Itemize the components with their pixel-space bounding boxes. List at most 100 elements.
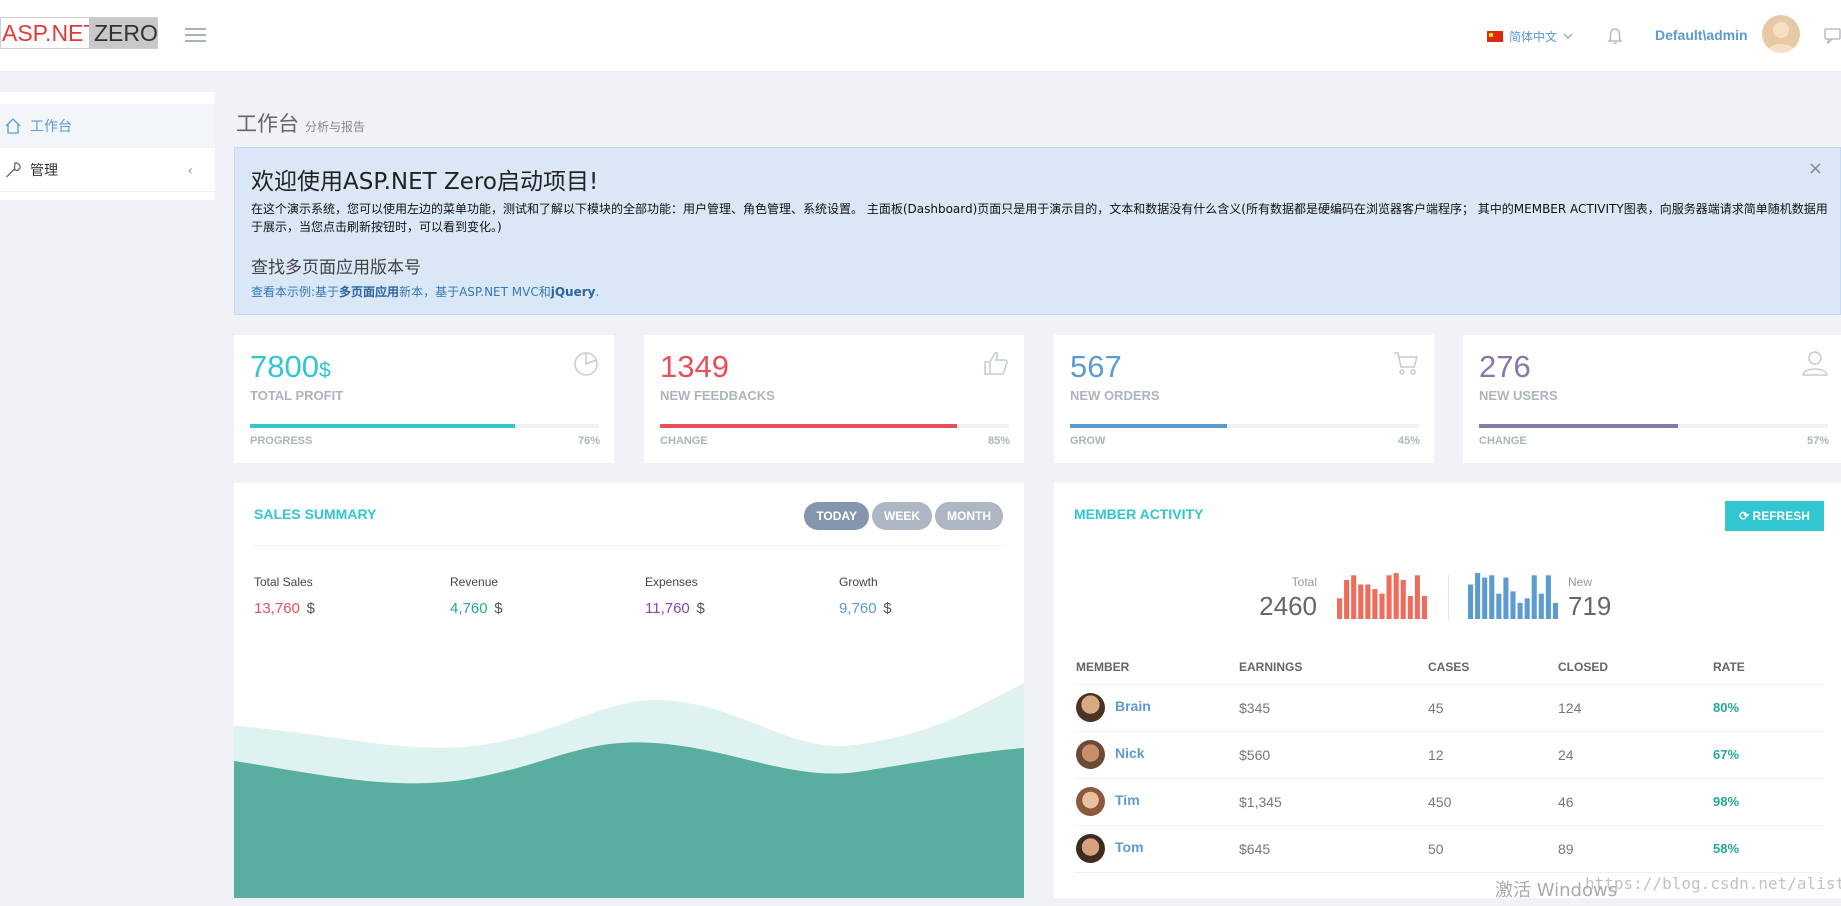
rate-cell: 67% [1711, 731, 1824, 779]
spark-bar [1344, 579, 1350, 619]
stat-label: NEW ORDERS [1070, 388, 1160, 403]
sales-summary-panel: SALES SUMMARY TODAY WEEK MONTH Total Sal… [234, 483, 1024, 898]
chevron-left-icon: ‹ [187, 163, 193, 179]
column-header: CLOSED [1556, 650, 1711, 685]
progress-value: 76% [577, 435, 600, 447]
mpa-link[interactable]: 多页面应用 [339, 285, 399, 299]
table-header-row: MEMBER EARNINGS CASES CLOSED RATE [1074, 650, 1824, 685]
language-selector[interactable]: 简体中文 [1487, 27, 1573, 45]
metric-value: 4,760 $ [450, 600, 503, 617]
stat-card-new-orders: 567 NEW ORDERS GROW 45% [1054, 335, 1434, 463]
metric-revenue: Revenue 4,760 $ [450, 575, 503, 620]
progress-bar [250, 424, 516, 428]
metric-label: Total Sales [254, 575, 313, 589]
stat-label: TOTAL PROFIT [250, 388, 344, 403]
cart-icon [1394, 352, 1419, 375]
page-subtitle: 分析与报告 [305, 120, 366, 134]
column-header: CASES [1426, 650, 1556, 685]
member-cell[interactable]: Tom [1074, 825, 1237, 873]
progress-track [660, 424, 1009, 428]
earnings-cell: $560 [1237, 731, 1426, 779]
closed-cell: 89 [1556, 825, 1711, 873]
spark-bar [1358, 584, 1364, 619]
welcome-alert: 欢迎使用ASP.NET Zero启动项目! 在这个演示系统，您可以使用左边的菜单… [234, 147, 1841, 315]
new-value: 719 [1568, 591, 1612, 621]
today-button[interactable]: TODAY [804, 502, 869, 530]
panel-title: MEMBER ACTIVITY [1074, 506, 1204, 522]
close-icon[interactable]: × [1808, 158, 1823, 179]
closed-cell: 24 [1556, 731, 1711, 779]
member-cell[interactable]: Brain [1074, 684, 1237, 732]
spark-bar [1482, 577, 1488, 619]
spark-bar [1496, 593, 1502, 619]
refresh-icon: ⟳ [1739, 509, 1750, 523]
spark-bar [1552, 602, 1558, 619]
cases-cell: 450 [1426, 778, 1556, 826]
table-row: Tom $645 50 89 58% [1074, 825, 1824, 873]
refresh-button[interactable]: ⟳ REFRESH [1725, 501, 1824, 531]
spark-bar [1379, 593, 1385, 619]
rate-cell: 98% [1711, 778, 1824, 826]
table-row: Brain $345 45 124 80% [1074, 684, 1824, 732]
alert-link-mid: 新本，基于ASP.NET MVC和 [399, 285, 551, 299]
progress-label: CHANGE [1479, 435, 1527, 447]
month-button[interactable]: MONTH [935, 502, 1003, 530]
earnings-cell: $345 [1237, 684, 1426, 732]
spark-bar [1400, 579, 1406, 619]
windows-activation-watermark: 激活 Windows [1495, 880, 1618, 901]
alert-link-line[interactable]: 查看本示例:基于多页面应用新本，基于ASP.NET MVC和jQuery. [251, 283, 599, 300]
spark-bar [1489, 575, 1495, 619]
avatar [1076, 693, 1105, 722]
spark-bar [1510, 591, 1516, 619]
column-header: RATE [1711, 650, 1824, 685]
menu-toggle-icon[interactable] [185, 28, 206, 43]
logo-text-left: ASP.NET [1, 18, 89, 48]
app-logo[interactable]: ASP.NET ZERO [0, 17, 158, 49]
closed-cell: 124 [1556, 684, 1711, 732]
china-flag-icon [1487, 30, 1503, 42]
stat-label: NEW USERS [1479, 388, 1558, 403]
chat-icon[interactable] [1824, 28, 1841, 44]
divider [1448, 575, 1449, 620]
alert-link-suffix: . [595, 285, 600, 299]
week-button[interactable]: WEEK [872, 502, 932, 530]
sidebar-item-admin[interactable]: 管理 ‹ [0, 148, 215, 192]
avatar [1076, 834, 1105, 863]
language-label: 简体中文 [1509, 29, 1558, 44]
stat-card-new-users: 276 NEW USERS CHANGE 57% [1463, 335, 1841, 463]
divider [254, 545, 1004, 546]
new-sparkline [1468, 573, 1558, 619]
metric-label: Expenses [645, 575, 698, 589]
progress-label: CHANGE [660, 435, 708, 447]
jquery-link[interactable]: jQuery [551, 285, 596, 299]
total-summary: Total 2460 [1244, 575, 1317, 622]
progress-value: 45% [1397, 435, 1420, 447]
spark-bar [1538, 593, 1544, 619]
bell-icon[interactable] [1606, 27, 1624, 45]
rate-cell: 80% [1711, 684, 1824, 732]
total-label: Total [1291, 575, 1317, 589]
member-cell[interactable]: Tim [1074, 778, 1237, 826]
spark-bar [1468, 584, 1474, 619]
earnings-cell: $645 [1237, 825, 1426, 873]
home-icon [5, 117, 21, 134]
member-cell[interactable]: Nick [1074, 731, 1237, 779]
spark-bar [1337, 598, 1343, 619]
progress-track [250, 424, 599, 428]
member-activity-panel: MEMBER ACTIVITY ⟳ REFRESH Total 2460 New… [1054, 483, 1841, 898]
progress-value: 85% [987, 435, 1010, 447]
sidebar-item-dashboard[interactable]: 工作台 [0, 104, 215, 148]
chevron-down-icon [1563, 33, 1573, 39]
user-avatar[interactable] [1762, 15, 1800, 53]
cases-cell: 45 [1426, 684, 1556, 732]
progress-track [1479, 424, 1828, 428]
spark-bar [1524, 598, 1530, 619]
metric-value: 13,760 $ [254, 600, 315, 617]
avatar [1076, 787, 1105, 816]
progress-track [1070, 424, 1419, 428]
progress-bar [660, 424, 957, 428]
user-name[interactable]: Default\admin [1655, 27, 1748, 43]
progress-label: PROGRESS [250, 435, 313, 447]
spark-bar [1421, 596, 1427, 619]
refresh-label: REFRESH [1752, 509, 1810, 523]
